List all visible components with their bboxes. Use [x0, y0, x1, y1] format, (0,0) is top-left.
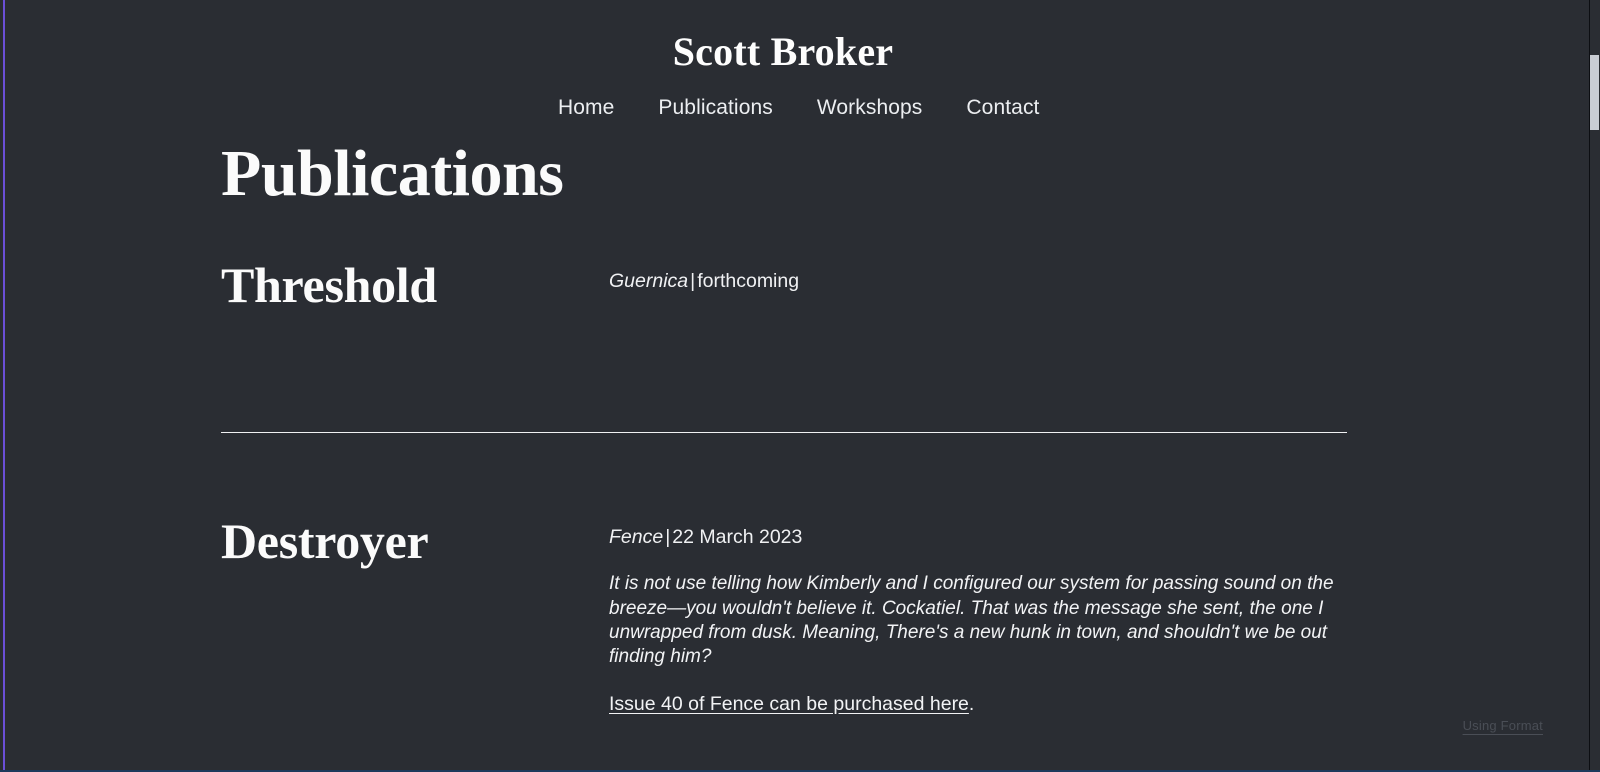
meta-separator: | — [665, 526, 671, 548]
nav-item-home[interactable]: Home — [558, 97, 614, 118]
purchase-link-suffix: . — [968, 692, 975, 715]
publication-body: Fence | 22 March 2023 It is not use tellin… — [609, 525, 1339, 717]
publication-title: Destroyer — [221, 513, 429, 569]
publication-venue: Fence — [609, 526, 664, 548]
page-content: Scott Broker Publications Home Publicati… — [0, 0, 1589, 772]
publication-body: Guernica | forthcoming — [609, 269, 1339, 294]
page-frame: Scott Broker Publications Home Publicati… — [0, 0, 1600, 772]
using-format-watermark[interactable]: Using Format — [1463, 718, 1543, 733]
publication-venue: Guernica — [609, 270, 689, 292]
publication-excerpt: It is not use telling how Kimberly and I… — [609, 573, 1334, 668]
left-edge-accent — [3, 0, 5, 772]
section-divider — [221, 432, 1347, 433]
page-title: Publications — [221, 137, 564, 211]
vertical-scrollbar[interactable] — [1590, 0, 1600, 772]
scrollbar-thumb[interactable] — [1590, 55, 1599, 130]
publication-purchase-line: Issue 40 of Fence can be purchased here. — [609, 692, 1339, 717]
publication-date: 22 March 2023 — [672, 526, 803, 548]
nav-item-workshops[interactable]: Workshops — [817, 97, 923, 118]
publication-meta: Guernica | forthcoming — [609, 269, 1339, 294]
nav-item-contact[interactable]: Contact — [966, 97, 1039, 118]
purchase-link[interactable]: Issue 40 of Fence can be purchased here — [609, 693, 969, 715]
publication-meta: Fence | 22 March 2023 — [609, 525, 1339, 550]
nav-item-publications[interactable]: Publications — [658, 97, 772, 118]
meta-separator: | — [690, 270, 696, 292]
publication-title: Threshold — [221, 257, 437, 313]
site-title: Scott Broker — [672, 29, 894, 74]
publication-date: forthcoming — [697, 270, 800, 292]
main-navigation: Home Publications Workshops Contact — [558, 97, 1040, 118]
